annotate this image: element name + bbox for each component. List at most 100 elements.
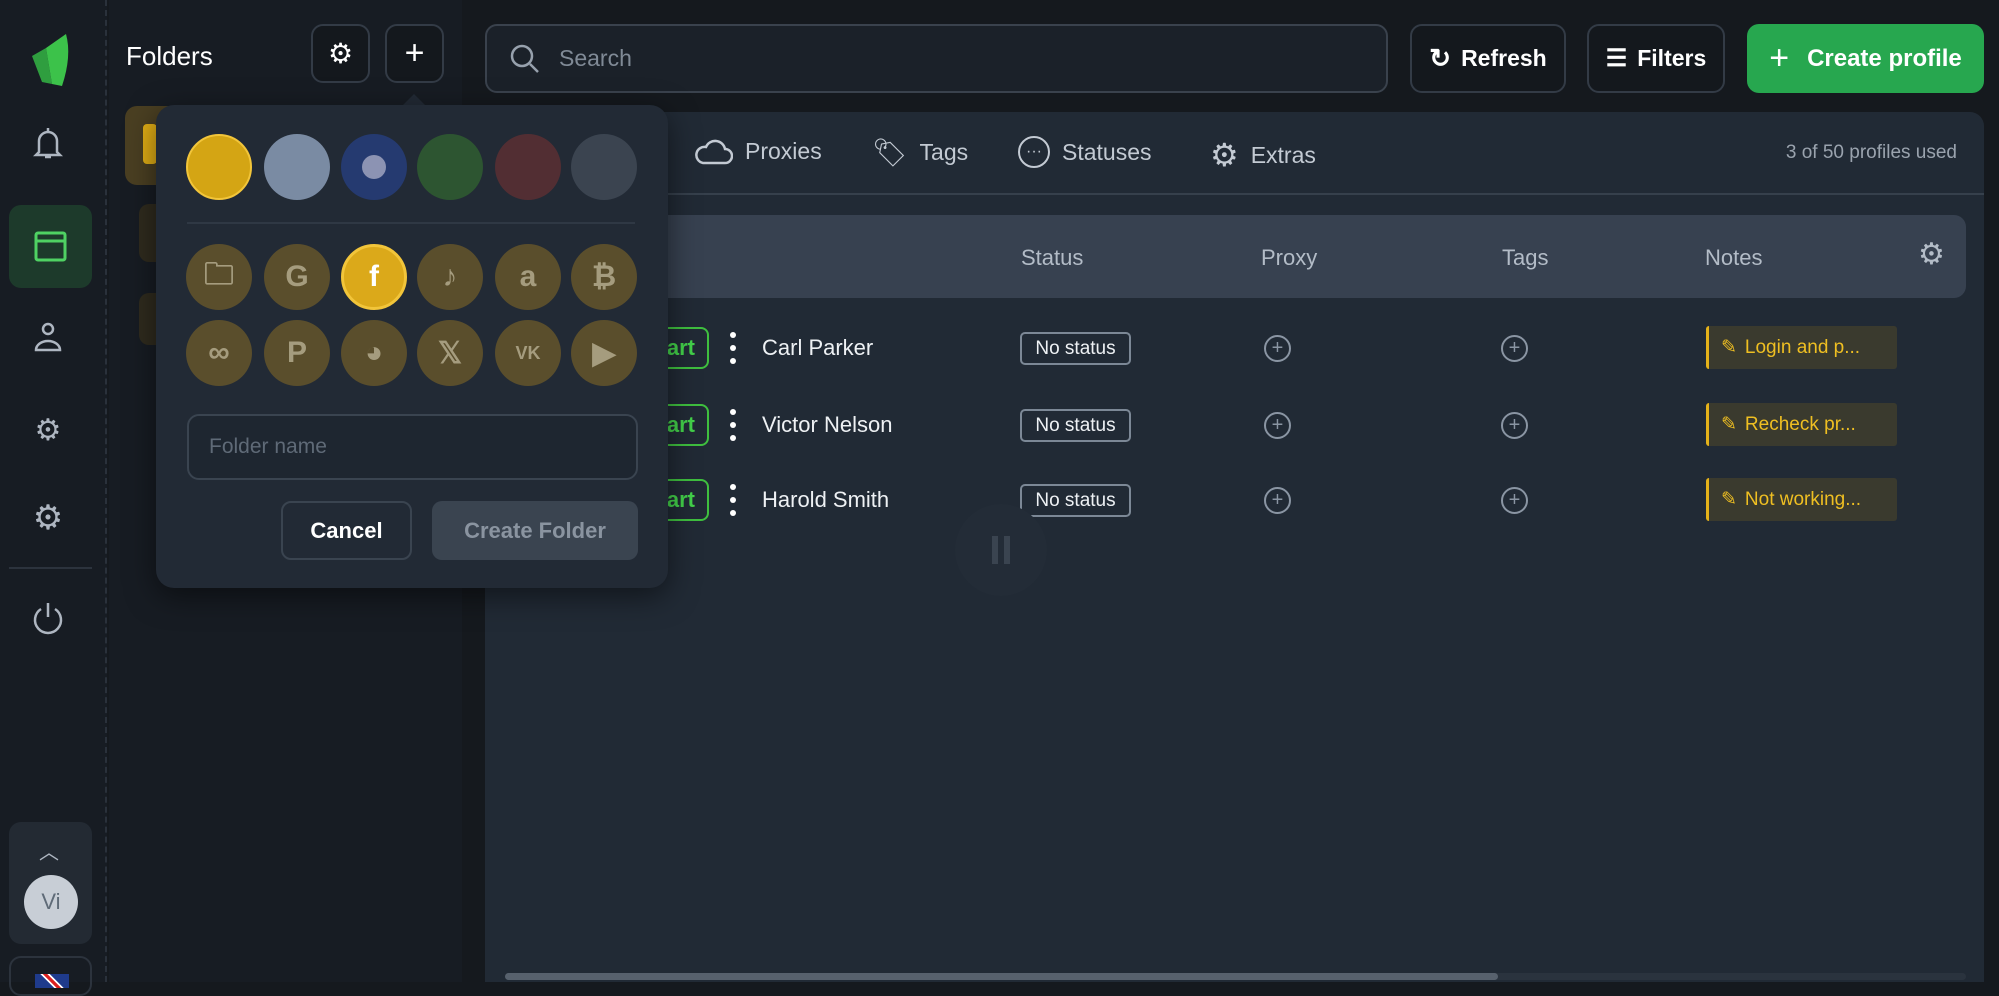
- pencil-icon: ✎: [1721, 489, 1737, 510]
- add-tag-icon[interactable]: +: [1501, 412, 1528, 439]
- app-logo: [32, 34, 69, 86]
- settings-icon[interactable]: ⚙: [26, 496, 70, 540]
- popup-divider: [187, 222, 635, 224]
- header-tags[interactable]: Tags: [1502, 245, 1548, 271]
- header-notes[interactable]: Notes: [1705, 245, 1762, 271]
- refresh-label: Refresh: [1461, 45, 1547, 71]
- folder-name-input[interactable]: Folder name: [187, 414, 638, 480]
- add-tag-icon[interactable]: +: [1501, 335, 1528, 362]
- person-icon[interactable]: [26, 315, 70, 359]
- note-badge[interactable]: ✎ Not working...: [1706, 478, 1897, 521]
- browser-window-icon: [34, 231, 67, 262]
- tab-label: Extras: [1250, 141, 1316, 168]
- pencil-icon: ✎: [1721, 414, 1737, 435]
- gear-icon: ⚙: [327, 38, 354, 69]
- tab-proxies[interactable]: Proxies: [693, 136, 822, 166]
- create-profile-button[interactable]: + Create profile: [1747, 24, 1984, 93]
- plus-icon: +: [1769, 39, 1790, 77]
- color-swatch[interactable]: [341, 134, 407, 200]
- status-badge[interactable]: No status: [1020, 409, 1131, 442]
- more-vertical-icon[interactable]: [729, 332, 737, 364]
- note-text: Not working...: [1744, 488, 1862, 510]
- account-panel[interactable]: ︿ Vi: [9, 822, 92, 944]
- tiktok-icon[interactable]: ♪: [417, 244, 483, 310]
- column-settings-icon[interactable]: ⚙: [1918, 237, 1945, 272]
- rail-divider: [9, 567, 92, 569]
- chevron-up-icon[interactable]: ︿: [39, 836, 59, 865]
- google-icon[interactable]: G: [264, 244, 330, 310]
- color-swatch[interactable]: [417, 134, 483, 200]
- tab-statuses[interactable]: ··· Statuses: [1018, 136, 1152, 168]
- profiles-usage: 3 of 50 profiles used: [1785, 142, 1957, 163]
- gears-icon[interactable]: ⚙: [26, 408, 70, 452]
- note-badge[interactable]: ✎ Login and p...: [1706, 326, 1897, 369]
- color-swatch[interactable]: [264, 134, 330, 200]
- sidebar-item-profiles[interactable]: [9, 205, 92, 288]
- avatar[interactable]: Vi: [24, 875, 78, 929]
- add-proxy-icon[interactable]: +: [1264, 335, 1291, 362]
- add-proxy-icon[interactable]: +: [1264, 487, 1291, 514]
- ellipsis-circle-icon: ···: [1018, 136, 1050, 168]
- left-rail: ⚙ ⚙ ︿ Vi: [0, 0, 107, 996]
- header-proxy[interactable]: Proxy: [1261, 245, 1317, 271]
- more-vertical-icon[interactable]: [729, 409, 737, 441]
- folder-settings-button[interactable]: ⚙: [311, 24, 370, 83]
- add-proxy-icon[interactable]: +: [1264, 412, 1291, 439]
- new-folder-popup: 🗀 Gf ♪ a ₿ ∞ P ◕ 𝕏 VK ▶ Folder name Cancel Create …: [156, 105, 668, 588]
- bell-icon[interactable]: [26, 121, 70, 165]
- folders-title: Folders: [126, 41, 213, 71]
- search-placeholder: Search: [559, 45, 632, 71]
- pause-icon[interactable]: [955, 504, 1047, 596]
- add-tag-icon[interactable]: +: [1501, 487, 1528, 514]
- table-row[interactable]: art Carl Parker No status + + ✎ Login and…: [485, 323, 1984, 373]
- profile-name[interactable]: Harold Smith: [762, 487, 889, 513]
- tab-tags[interactable]: 🏷︎ Tags: [872, 136, 968, 169]
- discord-icon[interactable]: ◕: [341, 320, 407, 386]
- filters-label: Filters: [1637, 45, 1707, 71]
- add-folder-button[interactable]: +: [385, 24, 444, 83]
- tabs-divider: [485, 193, 1984, 195]
- profile-name[interactable]: Carl Parker: [762, 335, 873, 361]
- facebook-icon[interactable]: f: [341, 244, 407, 310]
- bitcoin-icon[interactable]: ₿: [571, 244, 637, 310]
- sliders-icon: ☰: [1605, 45, 1628, 72]
- status-badge[interactable]: No status: [1020, 332, 1131, 365]
- color-swatch[interactable]: [571, 134, 637, 200]
- note-badge[interactable]: ✎ Recheck pr...: [1706, 403, 1897, 446]
- gear-icon: ⚙: [1210, 137, 1239, 173]
- note-text: Recheck pr...: [1744, 413, 1856, 435]
- filters-button[interactable]: ☰ Filters: [1587, 24, 1725, 93]
- refresh-button[interactable]: ↻ Refresh: [1410, 24, 1566, 93]
- youtube-icon[interactable]: ▶: [571, 320, 637, 386]
- profile-name[interactable]: Victor Nelson: [762, 412, 892, 438]
- meta-icon[interactable]: ∞: [186, 320, 252, 386]
- paypal-icon[interactable]: P: [264, 320, 330, 386]
- note-text: Login and p...: [1744, 336, 1861, 358]
- horizontal-scrollbar[interactable]: [505, 973, 1966, 980]
- status-badge[interactable]: No status: [1020, 484, 1131, 517]
- search-input[interactable]: Search: [485, 24, 1388, 93]
- search-icon: [510, 44, 539, 73]
- uk-flag-icon: [35, 974, 69, 988]
- table-row[interactable]: art Victor Nelson No status + + ✎ Recheck…: [485, 400, 1984, 450]
- color-swatch[interactable]: [186, 134, 252, 200]
- power-icon[interactable]: [26, 596, 70, 640]
- cancel-button[interactable]: Cancel: [281, 501, 412, 560]
- header-status[interactable]: Status: [1021, 245, 1083, 271]
- vk-icon[interactable]: VK: [495, 320, 561, 386]
- profiles-panel: Proxies 🏷︎ Tags ··· Statuses ⚙ Extras 3 of …: [485, 112, 1984, 982]
- folder-name-placeholder: Folder name: [209, 435, 327, 458]
- scrollbar-thumb[interactable]: [505, 973, 1498, 980]
- tag-icon: 🏷︎: [872, 137, 908, 168]
- x-icon[interactable]: 𝕏: [417, 320, 483, 386]
- folder-icon[interactable]: 🗀: [186, 244, 252, 310]
- amazon-icon[interactable]: a: [495, 244, 561, 310]
- tab-label: Proxies: [745, 137, 822, 164]
- more-vertical-icon[interactable]: [729, 484, 737, 516]
- tab-extras[interactable]: ⚙ Extras: [1210, 136, 1316, 174]
- create-folder-button[interactable]: Create Folder: [432, 501, 638, 560]
- plus-icon: +: [404, 34, 425, 72]
- color-swatch[interactable]: [495, 134, 561, 200]
- table-row[interactable]: art Harold Smith No status + + ✎ Not work…: [485, 475, 1984, 525]
- language-button[interactable]: [9, 956, 92, 996]
